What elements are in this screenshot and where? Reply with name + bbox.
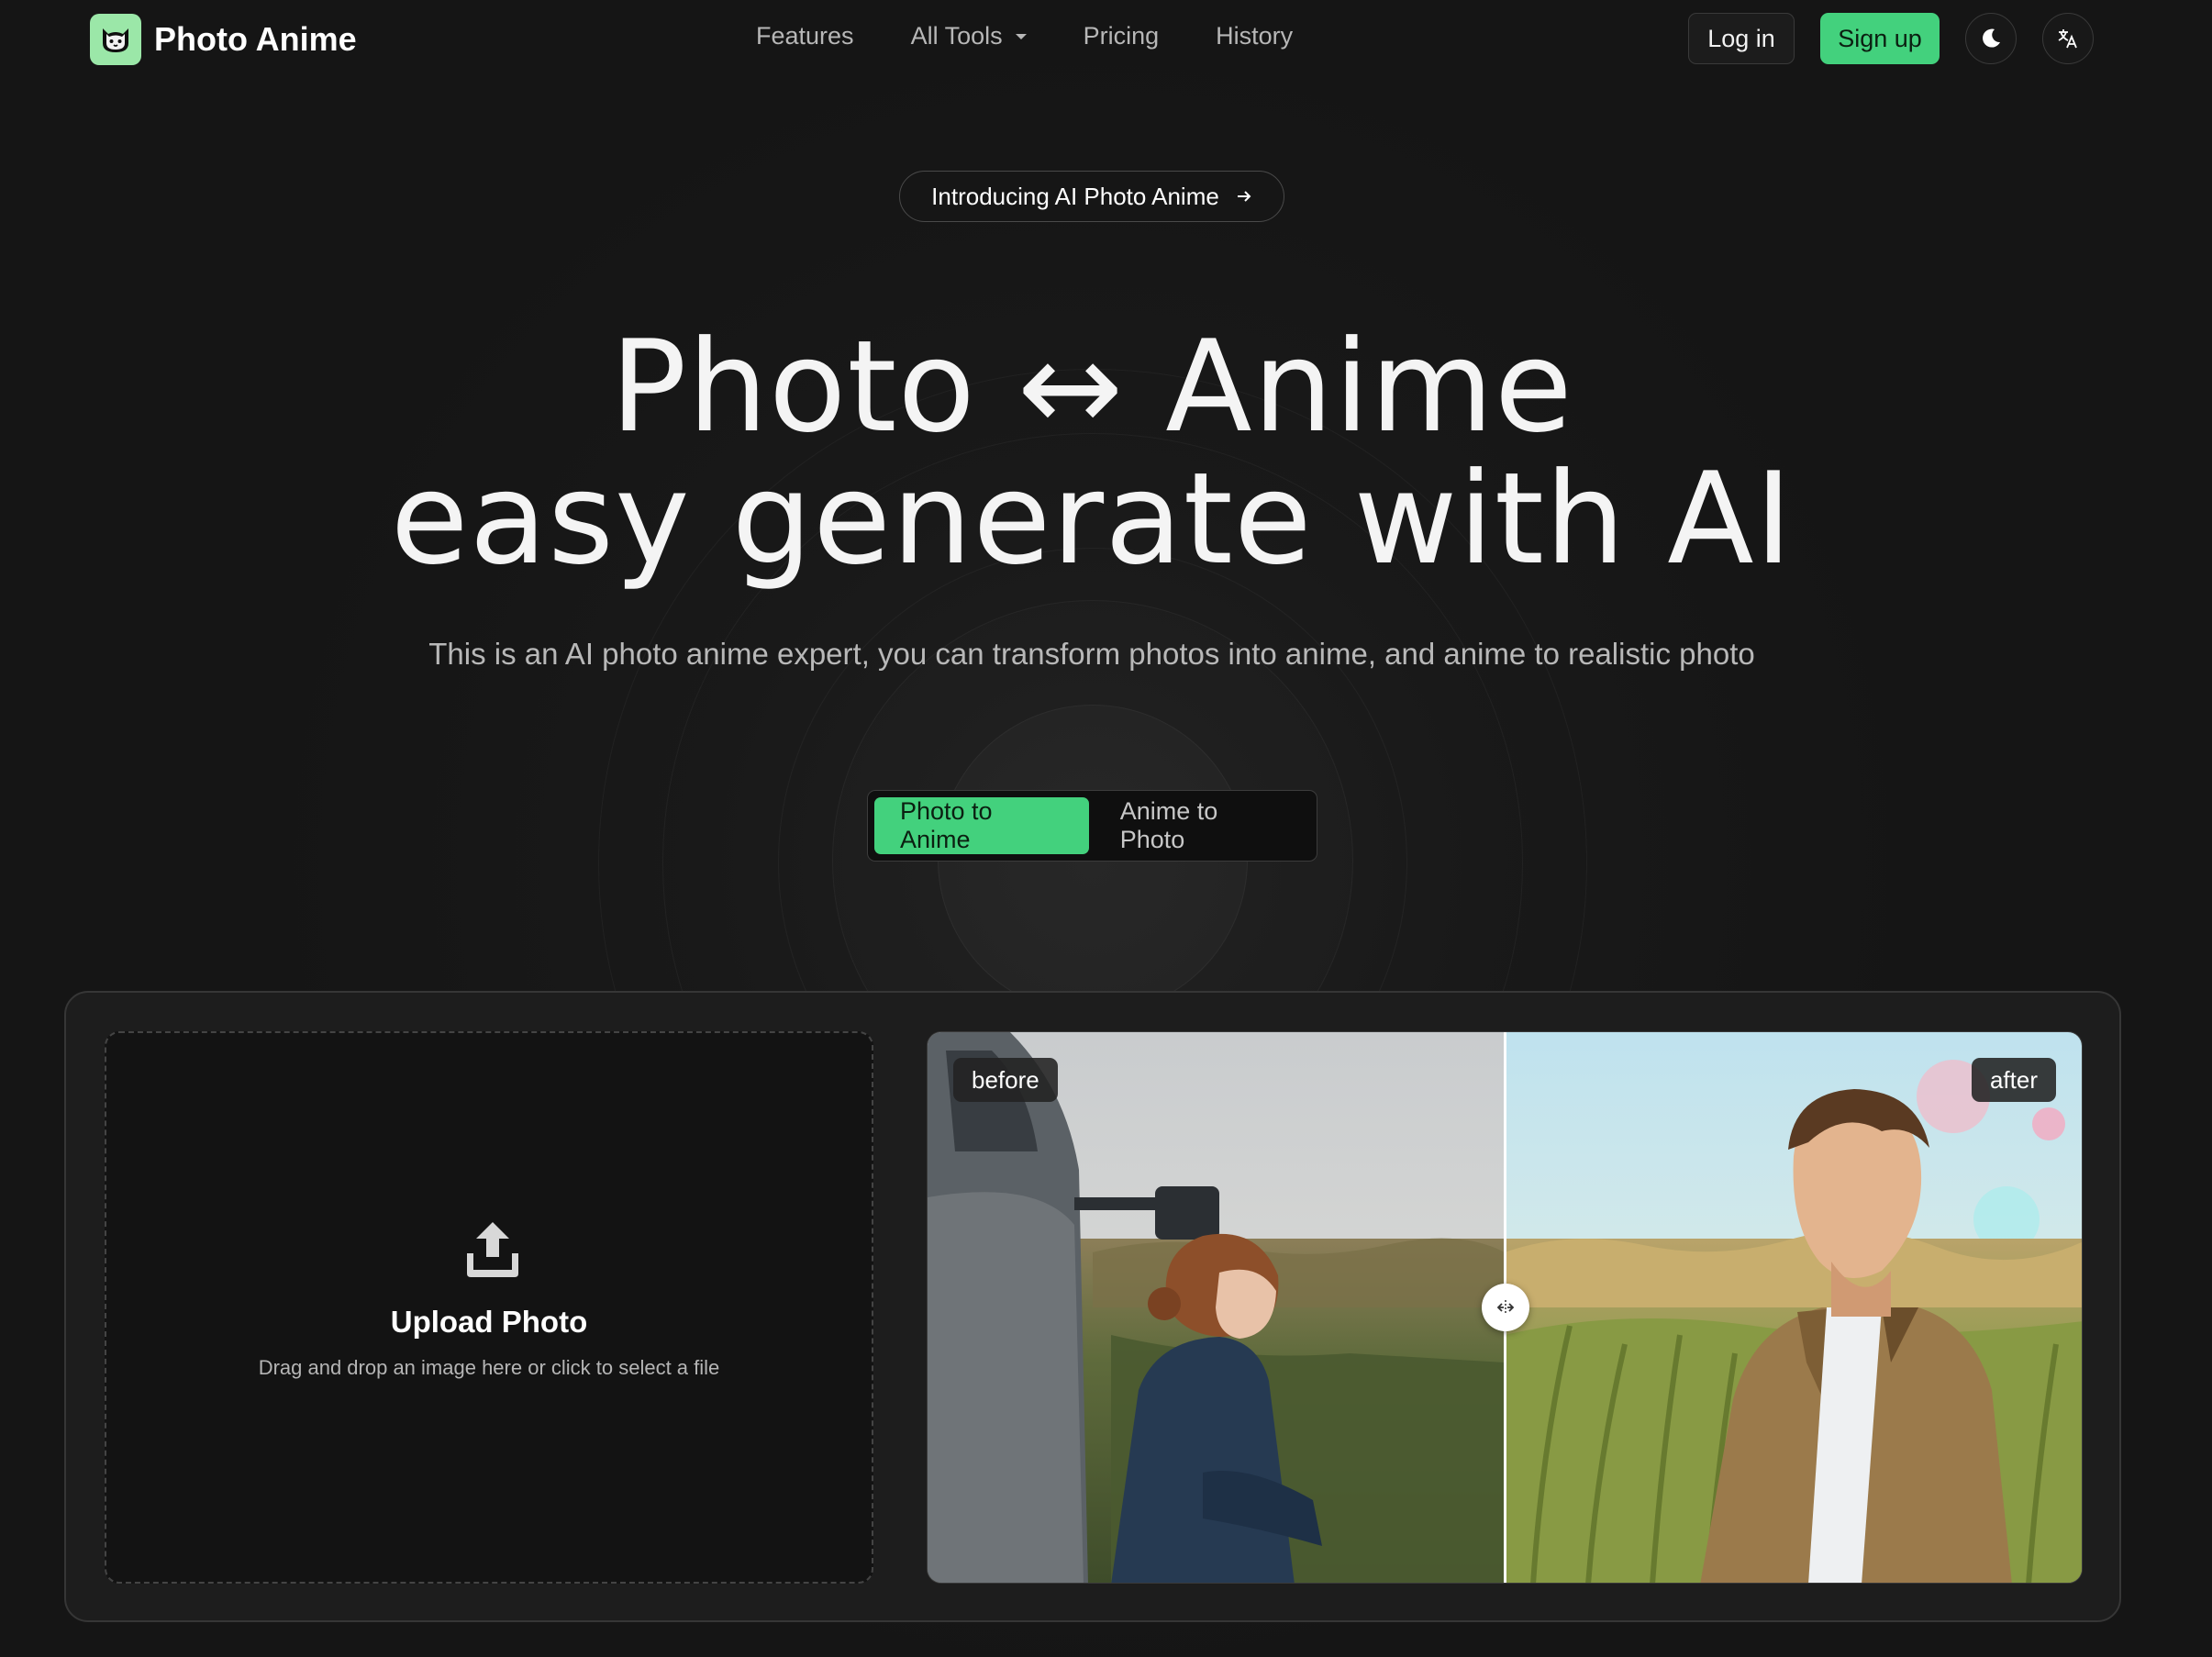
brand-name: Photo Anime [154,20,357,58]
upload-title: Upload Photo [390,1305,588,1339]
hero-title-line2: easy generate with AI [390,445,1794,593]
moon-icon [1983,28,2000,48]
upload-icon [467,1222,518,1277]
nav-features[interactable]: Features [756,22,854,50]
after-label: after [1971,1058,2056,1102]
nav-all-tools[interactable]: All Tools [911,22,1027,50]
before-label: before [953,1058,1058,1102]
chevron-down-icon [1015,33,1027,39]
site-header: Photo Anime Features All Tools Pricing H… [0,0,2212,77]
before-after-comparison[interactable]: before after [927,1031,2083,1584]
signup-button[interactable]: Sign up [1820,13,1940,64]
mode-toggle: Photo to Anime Anime to Photo [867,790,1317,862]
announcement-label: Introducing AI Photo Anime [931,182,1219,210]
translate-icon [2058,29,2077,49]
main-nav: Features All Tools Pricing History [756,22,1293,50]
nav-history[interactable]: History [1216,22,1293,50]
move-horizontal-icon [1496,1300,1515,1315]
arrow-right-icon [1237,191,1251,202]
hero-subtitle: This is an AI photo anime expert, you ca… [428,637,1755,671]
login-button[interactable]: Log in [1688,13,1795,64]
tab-anime-to-photo[interactable]: Anime to Photo [1095,797,1310,854]
nav-all-tools-label: All Tools [910,22,1003,50]
nav-pricing[interactable]: Pricing [1084,22,1160,50]
announcement-pill[interactable]: Introducing AI Photo Anime [899,171,1284,222]
hero-title: Photo ↔ Anime easy generate with AI [0,321,2184,585]
hero-title-line1: Photo ↔ Anime [610,313,1573,461]
upload-hint: Drag and drop an image here or click to … [258,1356,720,1379]
comparison-slider-handle[interactable] [1482,1284,1529,1331]
workspace-panel: Upload Photo Drag and drop an image here… [64,991,2121,1622]
brand-link[interactable]: Photo Anime [90,14,357,65]
upload-dropzone[interactable]: Upload Photo Drag and drop an image here… [105,1031,873,1584]
cat-icon [90,14,141,65]
tab-photo-to-anime[interactable]: Photo to Anime [874,797,1089,854]
language-button[interactable] [2042,13,2094,64]
theme-toggle-button[interactable] [1965,13,2017,64]
